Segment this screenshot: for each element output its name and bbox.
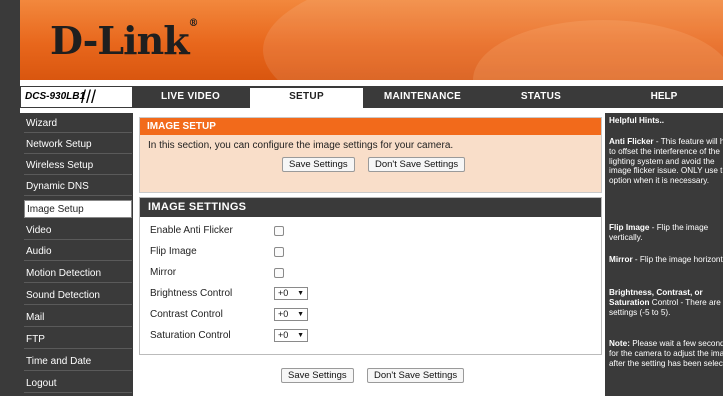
brightness-select[interactable]: +0 ▼ — [274, 287, 308, 300]
mirror-checkbox[interactable] — [274, 268, 284, 278]
contrast-control-label: Contrast Control — [150, 309, 223, 320]
dont-save-settings-button-bottom[interactable]: Don't Save Settings — [367, 368, 465, 383]
saturation-select[interactable]: +0 ▼ — [274, 329, 308, 342]
flip-image-checkbox[interactable] — [274, 247, 284, 257]
sidebar-item-motion-detection[interactable]: Motion Detection — [24, 265, 132, 283]
left-edge-bar — [0, 0, 20, 396]
header-banner: D-Link® — [20, 0, 723, 80]
save-settings-button-bottom[interactable]: Save Settings — [281, 368, 354, 383]
help-brightness-contrast-saturation: Brightness, Contrast, or Saturation Cont… — [609, 288, 723, 317]
tab-status[interactable]: STATUS — [482, 86, 600, 108]
contrast-value: +0 — [278, 309, 289, 319]
help-note: Note: Please wait a few seconds for the … — [609, 339, 723, 368]
logo-text: D-Link — [50, 18, 190, 63]
image-setup-panel: IMAGE SETUP In this section, you can con… — [139, 117, 602, 193]
mirror-label: Mirror — [150, 267, 177, 278]
help-mirror: Mirror - Flip the image horizontally. — [609, 255, 723, 264]
chevron-down-icon: ▼ — [297, 332, 304, 339]
sidebar-item-image-setup[interactable]: Image Setup — [24, 200, 132, 218]
sidebar: Wizard Network Setup Wireless Setup Dyna… — [20, 113, 133, 396]
contrast-select[interactable]: +0 ▼ — [274, 308, 308, 321]
sidebar-item-sound-detection[interactable]: Sound Detection — [24, 287, 132, 305]
sidebar-item-time-and-date[interactable]: Time and Date — [24, 353, 132, 371]
help-panel: Helpful Hints.. Anti Flicker - This feat… — [605, 113, 723, 396]
sidebar-item-network-setup[interactable]: Network Setup — [24, 136, 132, 154]
anti-flicker-label: Enable Anti Flicker — [150, 225, 233, 236]
sidebar-item-dynamic-dns[interactable]: Dynamic DNS — [24, 178, 132, 196]
help-anti-flicker: Anti Flicker - This feature will help to… — [609, 137, 723, 186]
image-setup-title: IMAGE SETUP — [140, 118, 601, 135]
image-settings-title: IMAGE SETTINGS — [140, 198, 601, 217]
sidebar-item-ftp[interactable]: FTP — [24, 331, 132, 349]
save-settings-button-top[interactable]: Save Settings — [282, 157, 355, 172]
help-heading: Helpful Hints.. — [609, 116, 665, 125]
sidebar-item-mail[interactable]: Mail — [24, 309, 132, 327]
image-settings-panel: IMAGE SETTINGS Enable Anti Flicker Flip … — [139, 197, 602, 355]
saturation-control-label: Saturation Control — [150, 330, 231, 341]
sidebar-item-wireless-setup[interactable]: Wireless Setup — [24, 157, 132, 175]
help-flip-image: Flip Image - Flip the image vertically. — [609, 223, 709, 242]
sidebar-item-audio[interactable]: Audio — [24, 243, 132, 261]
sidebar-item-wizard[interactable]: Wizard — [24, 115, 132, 133]
tab-maintenance[interactable]: MAINTENANCE — [365, 86, 480, 108]
tab-live-video[interactable]: LIVE VIDEO — [133, 86, 248, 108]
model-name: DCS-930LB1 — [25, 91, 86, 102]
saturation-value: +0 — [278, 330, 289, 340]
model-slashes: /// — [81, 87, 97, 107]
chevron-down-icon: ▼ — [297, 290, 304, 297]
tab-setup[interactable]: SETUP — [250, 86, 363, 108]
dlink-logo: D-Link® — [50, 18, 199, 63]
tab-help[interactable]: HELP — [605, 86, 723, 108]
model-badge: DCS-930LB1 /// — [20, 86, 133, 108]
brightness-control-label: Brightness Control — [150, 288, 233, 299]
sidebar-item-logout[interactable]: Logout — [24, 375, 132, 393]
dont-save-settings-button-top[interactable]: Don't Save Settings — [368, 157, 466, 172]
image-setup-description: In this section, you can configure the i… — [148, 140, 454, 151]
sidebar-item-video[interactable]: Video — [24, 222, 132, 240]
flip-image-label: Flip Image — [150, 246, 197, 257]
brightness-value: +0 — [278, 288, 289, 298]
anti-flicker-checkbox[interactable] — [274, 226, 284, 236]
chevron-down-icon: ▼ — [297, 311, 304, 318]
logo-registered-mark: ® — [188, 18, 199, 29]
